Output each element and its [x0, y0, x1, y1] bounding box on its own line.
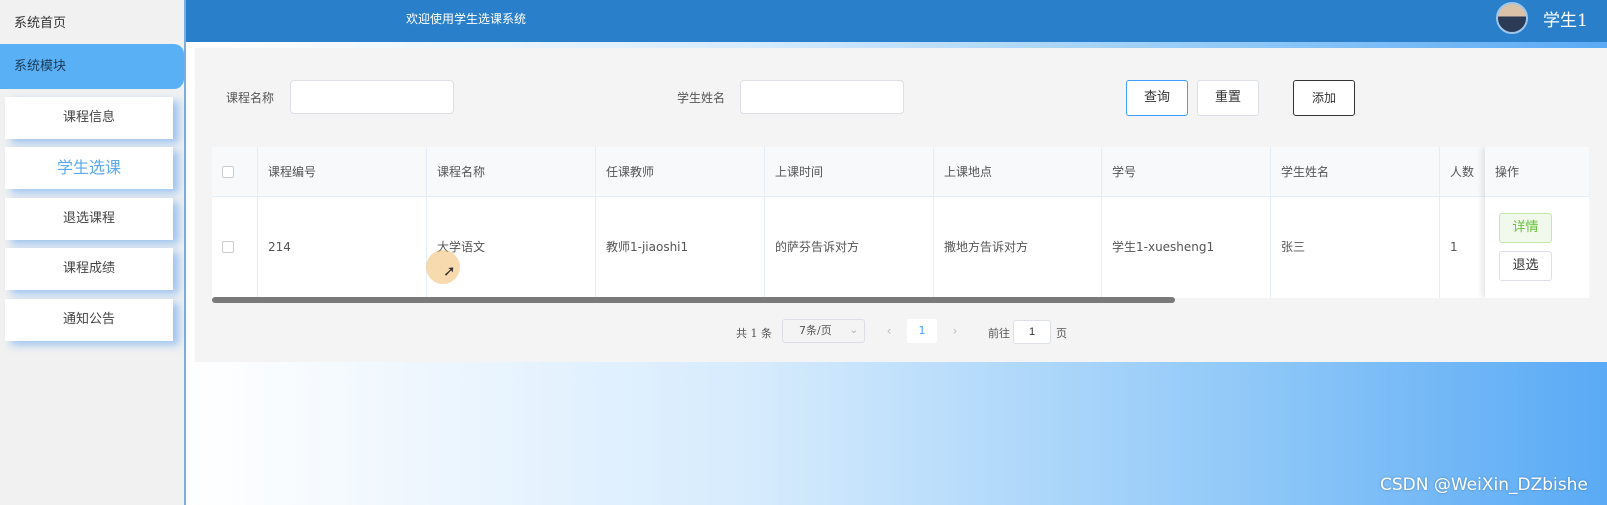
row-checkbox[interactable] — [222, 241, 234, 253]
sidebar-item-student-select[interactable]: 学生选课 — [5, 147, 173, 189]
column-header[interactable]: 课程名称 — [427, 147, 595, 197]
row-checkbox-cell — [212, 197, 257, 297]
table-cell: 大学语文 — [437, 240, 486, 254]
table-cell: 张三 — [1281, 240, 1306, 254]
column-header[interactable]: 上课时间 — [765, 147, 933, 197]
drop-course-button[interactable]: 退选 — [1499, 251, 1552, 281]
mouse-pointer-icon: ➚ — [443, 262, 456, 280]
column-header: 操作 — [1485, 147, 1589, 197]
class-time-column: 上课时间 的萨芬告诉对方 — [765, 147, 934, 298]
username[interactable]: 学生1 — [1543, 6, 1588, 31]
add-button[interactable]: 添加 — [1293, 80, 1355, 116]
student-name-column: 学生姓名 张三 — [1271, 147, 1440, 298]
course-name-input[interactable] — [290, 80, 454, 114]
page-size-select[interactable]: 7条/页 ⌄ — [782, 319, 865, 343]
avatar[interactable] — [1496, 2, 1528, 34]
horizontal-scrollbar[interactable] — [212, 297, 1175, 303]
pagination-total: 共 1 条 — [736, 327, 772, 340]
sidebar-module-menu[interactable]: 系统模块 — [0, 44, 184, 89]
student-no-column: 学号 学生1-xuesheng1 — [1102, 147, 1271, 298]
course-name-label: 课程名称 — [226, 91, 275, 105]
page-size-value: 7条/页 — [799, 324, 832, 337]
detail-button[interactable]: 详情 — [1499, 213, 1552, 243]
goto-prefix: 前往 — [988, 327, 1010, 340]
student-name-label: 学生姓名 — [677, 91, 726, 105]
current-page-number[interactable]: 1 — [907, 319, 937, 343]
reset-button[interactable]: 重置 — [1197, 80, 1259, 116]
sidebar-item-notices[interactable]: 通知公告 — [5, 299, 173, 341]
operations-column: 操作 详情 退选 — [1485, 147, 1589, 298]
table-cell: 撒地方告诉对方 — [944, 240, 1029, 254]
table-cell: 214 — [268, 240, 291, 254]
column-header[interactable]: 学生姓名 — [1271, 147, 1439, 197]
course-selection-table: 课程编号 214 课程名称 大学语文 任课教师 教师1-jiaoshi1 上课时… — [212, 147, 1589, 298]
table-cell: 学生1-xuesheng1 — [1112, 240, 1215, 254]
goto-suffix: 页 — [1056, 327, 1067, 340]
column-header[interactable]: 学号 — [1102, 147, 1270, 197]
query-button[interactable]: 查询 — [1126, 80, 1188, 116]
table-cell: 教师1-jiaoshi1 — [606, 240, 689, 254]
header: 欢迎使用学生选课系统 学生1 — [186, 0, 1607, 42]
header-title: 欢迎使用学生选课系统 — [406, 12, 527, 26]
select-all-checkbox[interactable] — [222, 166, 234, 178]
chevron-down-icon: ⌄ — [849, 325, 858, 336]
checkbox-column — [212, 147, 258, 298]
goto-page-input[interactable] — [1013, 320, 1051, 344]
location-column: 上课地点 撒地方告诉对方 — [934, 147, 1102, 298]
sidebar-item-drop-course[interactable]: 退选课程 — [5, 198, 173, 240]
sidebar-home-link[interactable]: 系统首页 — [14, 12, 66, 31]
prev-page-icon[interactable]: ‹ — [879, 319, 899, 343]
sidebar-item-course-grades[interactable]: 课程成绩 — [5, 248, 173, 290]
table-cell: 的萨芬告诉对方 — [775, 240, 860, 254]
student-name-input[interactable] — [740, 80, 904, 114]
column-header[interactable]: 课程编号 — [258, 147, 426, 197]
watermark: CSDN @WeiXin_DZbishe — [1380, 475, 1588, 495]
column-header[interactable]: 上课地点 — [934, 147, 1101, 197]
sidebar: 系统首页 系统模块 课程信息 学生选课 退选课程 课程成绩 通知公告 — [0, 0, 186, 505]
header-checkbox-cell — [212, 147, 257, 197]
next-page-icon[interactable]: › — [945, 319, 965, 343]
teacher-column: 任课教师 教师1-jiaoshi1 — [596, 147, 765, 298]
course-id-column: 课程编号 214 — [258, 147, 427, 298]
column-header[interactable]: 任课教师 — [596, 147, 764, 197]
sidebar-item-course-info[interactable]: 课程信息 — [5, 97, 173, 139]
